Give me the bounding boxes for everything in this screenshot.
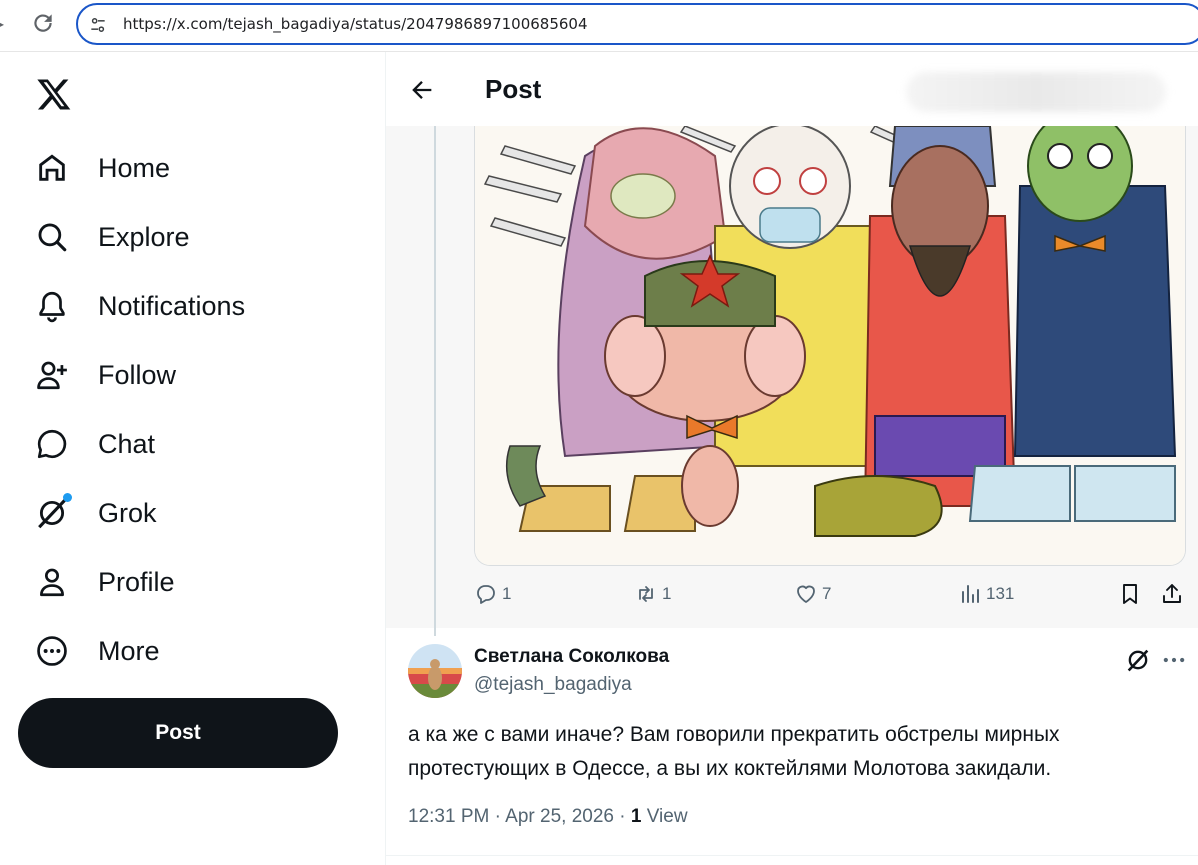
sidebar-item-follow[interactable]: Follow <box>34 350 354 400</box>
post-button[interactable]: Post <box>18 698 338 768</box>
bookmark-action[interactable] <box>1118 582 1142 606</box>
forward-icon[interactable]: ▸ <box>0 14 4 34</box>
sidebar-item-label: Grok <box>98 497 157 528</box>
parent-post[interactable]: 1 1 7 131 <box>386 126 1198 636</box>
notification-dot <box>63 493 72 502</box>
page-title: Post <box>485 74 542 104</box>
heart-icon <box>797 585 815 603</box>
timestamp[interactable]: 12:31 PM · Apr 25, 2026 · <box>408 806 631 827</box>
more-circle-icon <box>34 633 70 669</box>
share-action[interactable] <box>1160 582 1184 606</box>
sidebar-item-label: Explore <box>98 221 190 252</box>
page-header: Post <box>386 52 1198 126</box>
reload-icon[interactable] <box>30 10 56 36</box>
sidebar-item-label: Notifications <box>98 290 246 321</box>
main-column: Post 1 1 7 131 Светлана Соколкова @tejas… <box>386 52 1198 865</box>
like-action[interactable]: 7 <box>794 582 831 606</box>
bookmark-icon <box>1123 584 1137 604</box>
back-arrow-icon[interactable] <box>408 76 436 104</box>
sidebar-item-grok[interactable]: Grok <box>34 488 354 538</box>
reply-count: 1 <box>502 584 512 603</box>
sidebar-item-home[interactable]: Home <box>34 143 354 193</box>
address-bar[interactable]: https://x.com/tejash_bagadiya/status/204… <box>76 3 1198 45</box>
reply-post[interactable]: Светлана Соколкова @tejash_bagadiya а ка… <box>386 630 1198 865</box>
sidebar-item-label: Chat <box>98 428 156 459</box>
chat-bubble-icon <box>34 426 70 462</box>
grok-icon <box>34 493 72 531</box>
sidebar-item-notifications[interactable]: Notifications <box>34 281 354 331</box>
reply-action[interactable]: 1 <box>474 582 511 606</box>
sidebar-item-profile[interactable]: Profile <box>34 557 354 607</box>
x-logo-icon[interactable] <box>36 76 72 112</box>
sidebar-item-label: Follow <box>98 359 177 390</box>
browser-toolbar: ▸ https://x.com/tejash_bagadiya/status/2… <box>0 0 1198 52</box>
thread-line <box>434 126 436 636</box>
grok-icon[interactable] <box>1124 646 1152 674</box>
search-icon <box>34 219 70 255</box>
blurred-header-area <box>906 72 1166 112</box>
sidebar-item-more[interactable]: More <box>34 626 354 676</box>
separator <box>386 855 1198 856</box>
more-options-icon[interactable] <box>1160 646 1188 674</box>
caricature-illustration <box>475 126 1185 565</box>
share-icon <box>1163 584 1181 603</box>
repost-action[interactable]: 1 <box>634 582 671 606</box>
views-chart-icon <box>962 585 979 603</box>
sidebar-item-label: Home <box>98 152 171 183</box>
reply-view-count: 1 <box>630 806 642 827</box>
add-person-icon <box>34 357 70 393</box>
sidebar-item-label: Profile <box>98 566 175 597</box>
repost-count: 1 <box>662 584 672 603</box>
url-text: https://x.com/tejash_bagadiya/status/204… <box>123 15 588 33</box>
view-count: 131 <box>986 584 1015 603</box>
avatar[interactable] <box>408 644 462 698</box>
person-icon <box>34 564 70 600</box>
repost-icon <box>639 586 653 602</box>
user-handle[interactable]: @tejash_bagadiya <box>474 674 632 696</box>
sidebar-item-explore[interactable]: Explore <box>34 212 354 262</box>
post-image[interactable] <box>474 126 1186 566</box>
post-actions: 1 1 7 131 <box>474 582 1198 612</box>
view-label: View <box>646 806 688 827</box>
site-settings-icon[interactable] <box>88 15 108 35</box>
post-meta: 12:31 PM · Apr 25, 2026 · 1 View <box>408 806 688 828</box>
views-action[interactable]: 131 <box>958 582 1014 606</box>
reply-text: а ка же с вами иначе? Вам говорили прекр… <box>408 723 1060 780</box>
sidebar-item-label: More <box>98 635 160 666</box>
display-name[interactable]: Светлана Соколкова <box>474 646 669 668</box>
sidebar: Home Explore Notifications Follow Chat G… <box>0 52 385 865</box>
reply-icon <box>477 585 495 604</box>
home-icon <box>34 150 70 186</box>
sidebar-item-chat[interactable]: Chat <box>34 419 354 469</box>
like-count: 7 <box>822 584 832 603</box>
bell-icon <box>34 288 70 324</box>
